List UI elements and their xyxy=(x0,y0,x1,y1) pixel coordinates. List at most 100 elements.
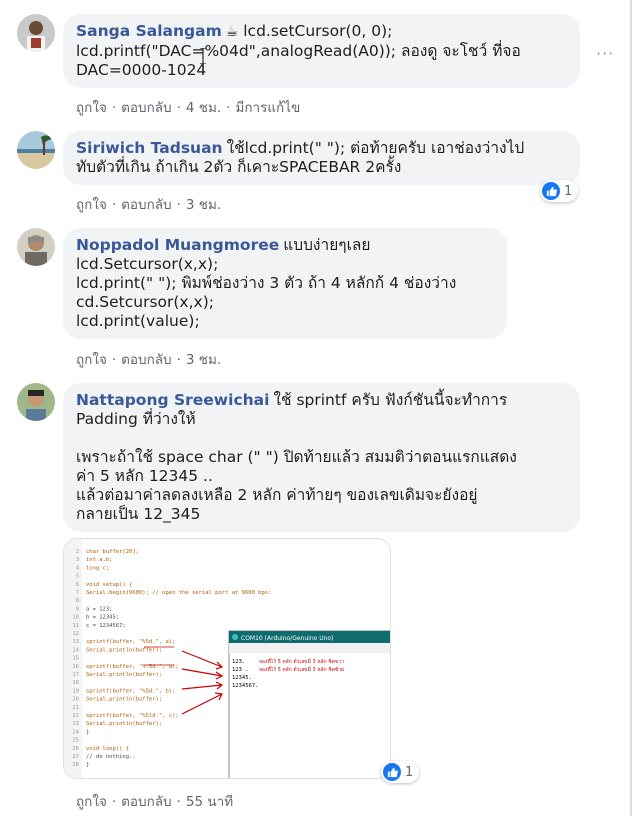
attached-image[interactable]: 2 char buffer[20]; 3 int a,b; 4 long c; 5 6 void… xyxy=(63,538,391,779)
code-line-number: 9 xyxy=(76,606,79,612)
code-line-number: 16 xyxy=(72,664,79,670)
serial-annotation-note: จองที่ไว้ 5 หลัก ตัวเลขมี 3 หลัก ชิดขวา xyxy=(259,658,344,665)
serial-monitor-window xyxy=(228,630,390,778)
code-line: void loop() { xyxy=(86,746,129,752)
code-line-number: 18 xyxy=(72,680,79,686)
comment-text-line: lcd.printf("DAC=%04d",analogRead(A0)); ล… xyxy=(76,42,521,60)
timestamp-link[interactable]: 3 ชม. xyxy=(186,197,221,213)
arduino-icon xyxy=(232,634,238,640)
like-link[interactable]: ถูกใจ xyxy=(76,197,107,213)
like-link[interactable]: ถูกใจ xyxy=(76,352,107,368)
comment-text-line: lcd.print(" "); พิมพ์ช่องว่าง 3 ตัว ถ้า … xyxy=(76,274,457,292)
code-line-number: 22 xyxy=(72,713,79,719)
code-line: long c; xyxy=(86,565,109,571)
code-line-number: 27 xyxy=(72,754,79,760)
code-line-number: 28 xyxy=(72,762,79,768)
more-options-icon[interactable]: ··· xyxy=(596,44,614,63)
serial-output-line: 12345. xyxy=(232,675,252,681)
comment-bubble: Siriwich Tadsuan ใช้lcd.print(" "); ต่อท้… xyxy=(63,131,580,185)
avatar[interactable] xyxy=(17,383,55,421)
code-line-number: 3 xyxy=(76,557,79,563)
reply-link[interactable]: ตอบกลับ xyxy=(121,352,171,368)
comment-actions: ถูกใจ · ตอบกลับ · 55 นาที xyxy=(76,794,234,810)
comment-bubble: Nattapong Sreewichai ใช้ sprintf ครับ ฟัง… xyxy=(63,383,580,532)
comment-text-line: ใช้lcd.print(" "); ต่อท้ายครับ เอาช่องว่… xyxy=(226,139,525,157)
code-line-number: 19 xyxy=(72,688,79,694)
serial-annotation-note: จองที่ไว้ 5 หลัก ตัวเลขมี 3 หลัก ชิดซ้าย xyxy=(259,666,344,673)
author-name[interactable]: Siriwich Tadsuan xyxy=(76,139,223,157)
comment-text-line: เพราะถ้าใช้ space char (" ") ปิดท้ายแล้ว… xyxy=(76,448,517,466)
code-line-number: 2 xyxy=(76,549,79,555)
reaction-badge[interactable]: 1 xyxy=(540,180,579,202)
avatar[interactable] xyxy=(17,131,55,169)
code-line: Serial.println(buffer); xyxy=(86,647,162,653)
code-line: c = 1234567; xyxy=(86,623,126,629)
timestamp-link[interactable]: 55 นาที xyxy=(186,794,233,810)
comment-bubble: Noppadol Muangmoree แบบง่ายๆเลย lcd.Setcu… xyxy=(63,228,507,339)
like-link[interactable]: ถูกใจ xyxy=(76,794,107,810)
author-name[interactable]: Noppadol Muangmoree xyxy=(76,236,279,254)
code-line-number: 25 xyxy=(72,738,79,744)
comment-text-line: ใช้ sprintf ครับ ฟังก์ชันนี้จะทำการ xyxy=(273,391,508,409)
code-line-number: 15 xyxy=(72,656,79,662)
comment-text-line: แบบง่ายๆเลย xyxy=(283,236,371,254)
serial-monitor-title: COM10 (Arduino/Genuino Uno) xyxy=(241,635,333,642)
serial-output-line: 123 . xyxy=(232,667,249,673)
code-line-number: 23 xyxy=(72,721,79,727)
code-line-number: 17 xyxy=(72,672,79,678)
comment-text-line: กลายเป็น 12_345 xyxy=(76,505,201,523)
code-line: sprintf(buffer, "%5d.", b); xyxy=(86,688,175,694)
comment-actions: ถูกใจ · ตอบกลับ · 3 ชม. xyxy=(76,197,222,213)
timestamp-link[interactable]: 4 ชม. xyxy=(186,100,221,116)
code-line: Serial.println(buffer); xyxy=(86,672,162,678)
code-screenshot: 2 char buffer[20];3 int a,b;4 long c;56 void… xyxy=(64,539,390,778)
serial-output-line: 1234567. xyxy=(232,683,259,689)
comment-actions: ถูกใจ · ตอบกลับ · 4 ชม. · มีการแก้ไข xyxy=(76,100,301,116)
code-line-number: 12 xyxy=(72,631,79,637)
code-line: void setup() { xyxy=(86,582,132,588)
comment-text-line: lcd.print(value); xyxy=(76,312,200,330)
code-line: // do nothing.. xyxy=(86,754,136,760)
code-line: b = 12345; xyxy=(86,615,119,621)
code-line: sprintf(buffer, "%5d.", a); xyxy=(86,639,175,645)
reaction-badge[interactable]: 1 xyxy=(381,761,420,783)
comment-actions: ถูกใจ · ตอบกลับ · 3 ชม. xyxy=(76,352,222,368)
code-line-number: 13 xyxy=(72,639,79,645)
code-line-number: 5 xyxy=(76,574,79,580)
coffee-emoji-icon: ☕ xyxy=(225,24,239,40)
author-name[interactable]: Nattapong Sreewichai xyxy=(76,391,269,409)
reaction-count: 1 xyxy=(405,764,414,780)
code-line: sprintf(buffer, "%5ld.", c); xyxy=(86,713,179,719)
like-reaction-icon xyxy=(542,182,560,200)
reaction-count: 1 xyxy=(564,183,573,199)
code-line-number: 14 xyxy=(72,647,79,653)
reply-link[interactable]: ตอบกลับ xyxy=(121,100,171,116)
code-line-number: 10 xyxy=(72,615,79,621)
like-reaction-icon xyxy=(383,763,401,781)
code-line-number: 8 xyxy=(76,598,79,604)
code-line: Serial.println(buffer); xyxy=(86,721,162,727)
code-line: Serial.begin(9600); // open the serial p… xyxy=(86,590,271,596)
comment-text-line: cd.Setcursor(x,x); xyxy=(76,293,214,311)
code-line: int a,b; xyxy=(86,557,113,563)
text-cursor-icon xyxy=(200,48,206,64)
serial-output-line: 123. xyxy=(232,659,245,665)
comment-text-line: lcd.setCursor(0, 0); xyxy=(243,22,393,40)
code-line: } xyxy=(86,762,89,768)
code-line: Serial.println(buffer); xyxy=(86,697,162,703)
comment-bubble: Sanga Salangam ☕ lcd.setCursor(0, 0); lcd… xyxy=(63,14,580,88)
code-line-number: 11 xyxy=(72,623,79,629)
avatar[interactable] xyxy=(17,228,55,266)
code-line-number: 21 xyxy=(72,705,79,711)
like-link[interactable]: ถูกใจ xyxy=(76,100,107,116)
comment-text-line: ค่า 5 หลัก 12345 .. xyxy=(76,467,213,485)
edited-link[interactable]: มีการแก้ไข xyxy=(235,100,300,116)
author-name[interactable]: Sanga Salangam xyxy=(76,22,222,40)
reply-link[interactable]: ตอบกลับ xyxy=(121,794,171,810)
avatar[interactable] xyxy=(17,14,55,52)
timestamp-link[interactable]: 3 ชม. xyxy=(186,352,221,368)
reply-link[interactable]: ตอบกลับ xyxy=(121,197,171,213)
comment-text-line: ทับตัวที่เกิน ถ้าเกิน 2ตัว ก็เคาะSPACEBA… xyxy=(76,158,402,176)
code-line-number: 6 xyxy=(76,582,79,588)
comment-text-line xyxy=(76,429,567,448)
